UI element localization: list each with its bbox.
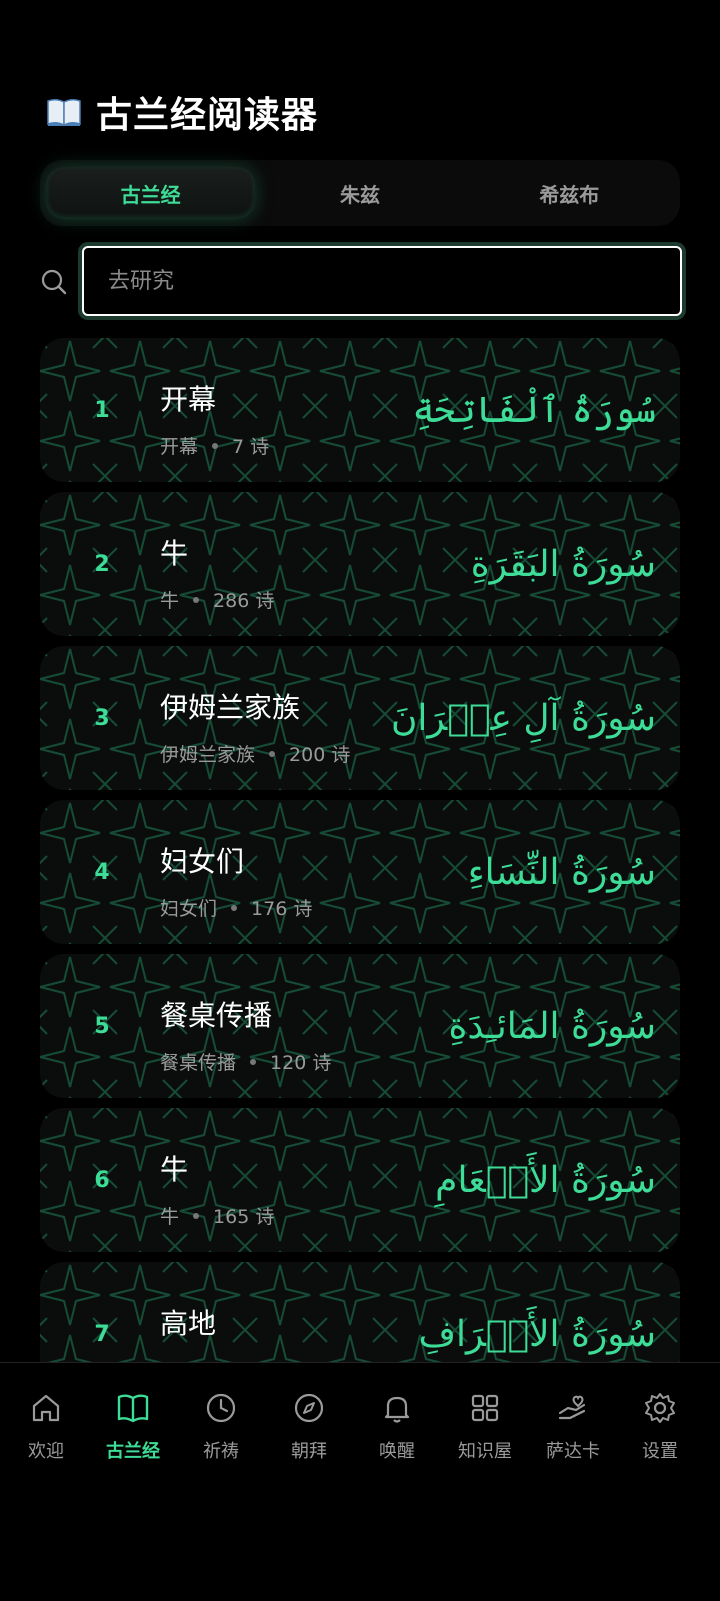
search-input[interactable] [84,248,680,314]
nav-label: 欢迎 [28,1441,64,1462]
surah-arabic-name: سُورَةُ ٱلْفَاتِحَةِ [412,389,656,431]
separator-dot [193,1212,200,1219]
nav-item-home[interactable]: 欢迎 [1,1391,91,1481]
verse-count: 120 诗 [270,1052,332,1074]
surah-number: 7 [94,1321,110,1347]
nav-item-book[interactable]: 古兰经 [88,1391,178,1481]
bottom-nav: 欢迎 古兰经 祈祷 朝拜 唤醒 知识屋 萨达卡 设置 [0,1362,720,1601]
surah-card[interactable]: 4 妇女们 妇女们 176 诗 سُورَةُ النِّسَاءِ [40,800,680,944]
surah-subtitle: 牛 [160,590,180,612]
verse-count: 7 诗 [232,436,270,458]
tab-quran[interactable]: 古兰经 [46,167,256,219]
nav-label: 萨达卡 [546,1441,600,1462]
surah-card[interactable]: 5 餐桌传播 餐桌传播 120 诗 سُورَةُ المَائـِدَةِ [40,954,680,1098]
separator-dot [193,596,200,603]
nav-item-gear[interactable]: 设置 [615,1391,705,1481]
nav-item-hand-heart[interactable]: 萨达卡 [528,1391,618,1481]
surah-number: 1 [94,397,110,423]
surah-subtitle: 餐桌传播 [160,1052,237,1074]
surah-card[interactable]: 3 伊姆兰家族 伊姆兰家族 200 诗 سُورَةُ آلِ عِمۡرَان… [40,646,680,790]
surah-arabic-name: سُورَةُ الأَعۡرَافِ [418,1313,656,1355]
nav-label: 知识屋 [458,1441,512,1462]
verse-count: 200 诗 [289,744,351,766]
surah-name: 牛 [160,1153,189,1186]
clock-icon [204,1391,238,1425]
surah-meta: 开幕 7 诗 [160,432,269,459]
surah-subtitle: 牛 [160,1206,180,1228]
compass-icon [292,1391,326,1425]
surah-name: 开幕 [160,383,217,416]
nav-label: 祈祷 [203,1441,239,1462]
verse-count: 286 诗 [213,590,275,612]
surah-meta: 妇女们 176 诗 [160,894,312,921]
verse-count: 165 诗 [213,1206,275,1228]
surah-meta: 餐桌传播 120 诗 [160,1048,331,1075]
search-box [82,246,682,316]
surah-number: 5 [94,1013,110,1039]
app-title: 古兰经阅读器 [96,95,319,136]
bell-icon [380,1391,414,1425]
search-row [40,246,682,316]
surah-arabic-name: سُورَةُ الأَنۡعَامِ [435,1159,656,1201]
surah-name: 牛 [160,537,189,570]
surah-list: 1 开幕 开幕 7 诗 سُورَةُ ٱلْفَاتِحَةِ 2 牛 牛 2… [40,338,680,1362]
surah-card[interactable]: 7 高地 سُورَةُ الأَعۡرَافِ [40,1262,680,1362]
separator-dot [250,1058,257,1065]
surah-arabic-name: سُورَةُ المَائـِدَةِ [448,1005,656,1047]
book-icon [116,1391,150,1425]
surah-number: 2 [94,551,110,577]
nav-label: 朝拜 [291,1441,327,1462]
surah-name: 伊姆兰家族 [160,691,301,724]
surah-card[interactable]: 6 牛 牛 165 诗 سُورَةُ الأَنۡعَامِ [40,1108,680,1252]
surah-name: 餐桌传播 [160,999,273,1032]
separator-dot [269,750,276,757]
nav-item-grid[interactable]: 知识屋 [440,1391,530,1481]
nav-label: 设置 [642,1441,678,1462]
gear-icon [643,1391,677,1425]
hand-heart-icon [556,1391,590,1425]
app-header: 古兰经阅读器 [46,86,318,138]
surah-meta: 牛 286 诗 [160,586,274,613]
tab-juz[interactable]: 朱兹 [255,167,464,219]
nav-label: 古兰经 [106,1441,160,1462]
tab-bar: 古兰经 朱兹 希兹布 [40,160,680,226]
surah-number: 4 [94,859,110,885]
open-book-icon [46,94,82,130]
surah-arabic-name: سُورَةُ البَقَرَةِ [470,543,656,585]
surah-meta: 牛 165 诗 [160,1202,274,1229]
nav-item-bell[interactable]: 唤醒 [352,1391,442,1481]
surah-subtitle: 妇女们 [160,898,218,920]
surah-name: 高地 [160,1307,217,1340]
nav-item-compass[interactable]: 朝拜 [264,1391,354,1481]
nav-item-clock[interactable]: 祈祷 [176,1391,266,1481]
surah-arabic-name: سُورَةُ النِّسَاءِ [467,851,656,893]
search-icon[interactable] [40,268,68,296]
surah-card[interactable]: 1 开幕 开幕 7 诗 سُورَةُ ٱلْفَاتِحَةِ [40,338,680,482]
surah-arabic-name: سُورَةُ آلِ عِمۡرَانَ [390,697,656,739]
home-icon [29,1391,63,1425]
separator-dot [231,904,238,911]
surah-name: 妇女们 [160,845,245,878]
surah-subtitle: 伊姆兰家族 [160,744,256,766]
verse-count: 176 诗 [251,898,313,920]
surah-number: 6 [94,1167,110,1193]
surah-subtitle: 开幕 [160,436,199,458]
surah-card[interactable]: 2 牛 牛 286 诗 سُورَةُ البَقَرَةِ [40,492,680,636]
tab-hizb[interactable]: 希兹布 [465,167,674,219]
grid-icon [468,1391,502,1425]
surah-number: 3 [94,705,110,731]
separator-dot [212,442,219,449]
surah-meta: 伊姆兰家族 200 诗 [160,740,350,767]
nav-label: 唤醒 [379,1441,415,1462]
